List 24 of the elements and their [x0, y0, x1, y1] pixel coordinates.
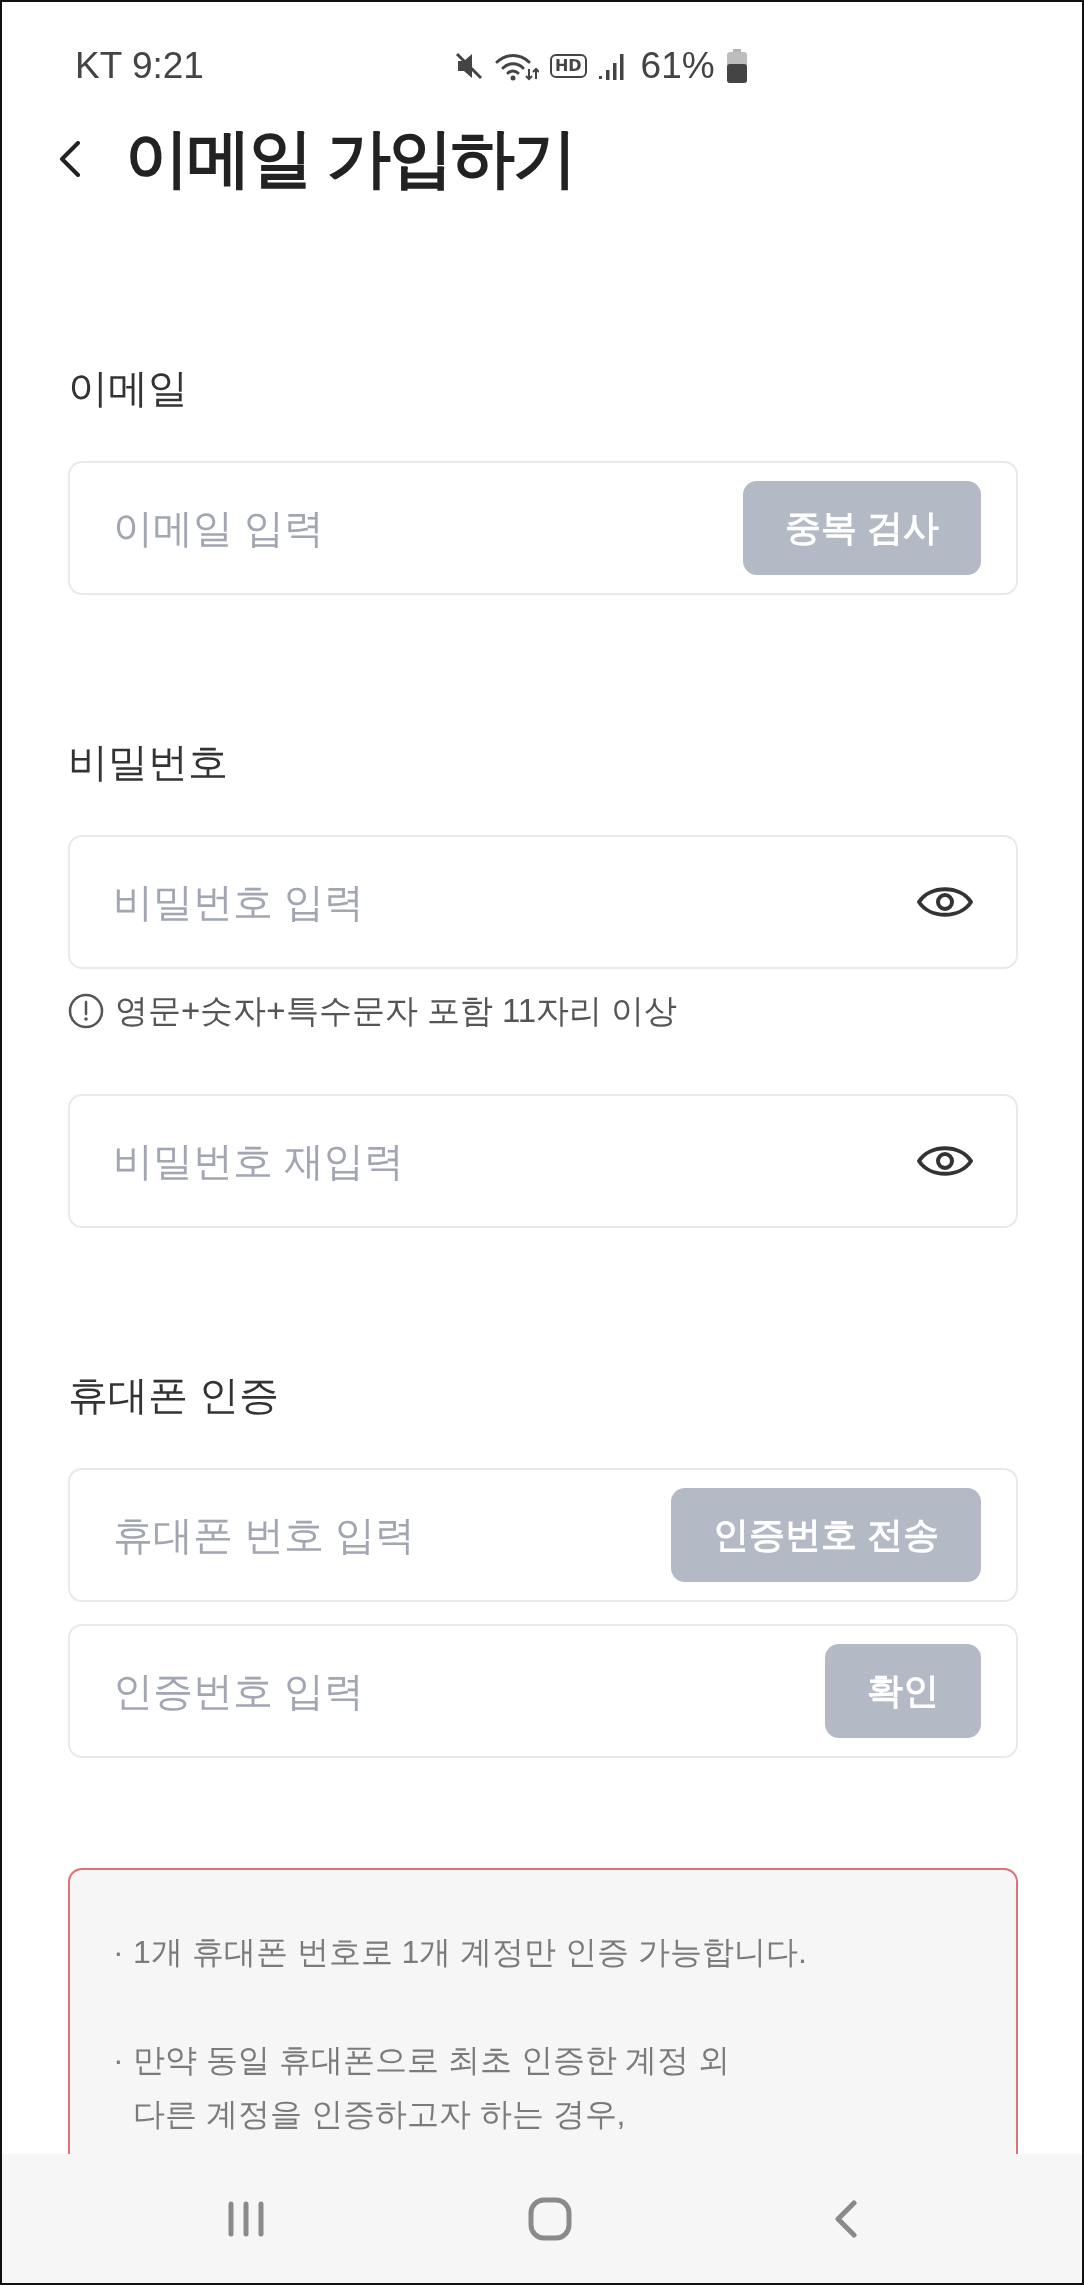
bullet-text: ·: [113, 1933, 125, 1972]
wifi-icon: [494, 51, 539, 81]
hd-badge: HD: [549, 54, 587, 78]
hint-text: 영문+숫자+특수문자 포함 11자리 이상: [115, 991, 678, 1031]
bullet-text: ·: [113, 2041, 125, 2080]
section-label: 휴대폰 인증: [68, 1372, 280, 1419]
eye-icon[interactable]: [916, 1143, 974, 1179]
info-icon: [68, 993, 104, 1029]
notice-text: 만약 동일 휴대폰으로 최초 인증한 계정 외 다른 계정을 인증하고자 하는 경우,: [133, 2041, 731, 2134]
password-field[interactable]: 비밀번호 입력: [68, 835, 1018, 969]
signal-icon: [597, 52, 626, 80]
section-label: 이메일: [68, 365, 188, 412]
mute-icon: [453, 52, 484, 80]
battery-percent-text: 61%: [640, 44, 715, 88]
home-icon[interactable]: [528, 2196, 572, 2241]
battery-icon: [725, 49, 748, 83]
notice-text: 1개 휴대폰 번호로 1개 계정만 인증 가능합니다.: [133, 1933, 807, 1972]
page-title: 이메일 가입하기: [125, 121, 575, 196]
section-label: 비밀번호: [68, 739, 228, 786]
back-icon[interactable]: [58, 140, 82, 177]
password-field[interactable]: 비밀번호 재입력: [68, 1094, 1018, 1228]
eye-icon[interactable]: [916, 884, 974, 920]
carrier-time-text: KT 9:21: [75, 44, 204, 88]
recent-apps-icon[interactable]: [226, 2199, 266, 2238]
